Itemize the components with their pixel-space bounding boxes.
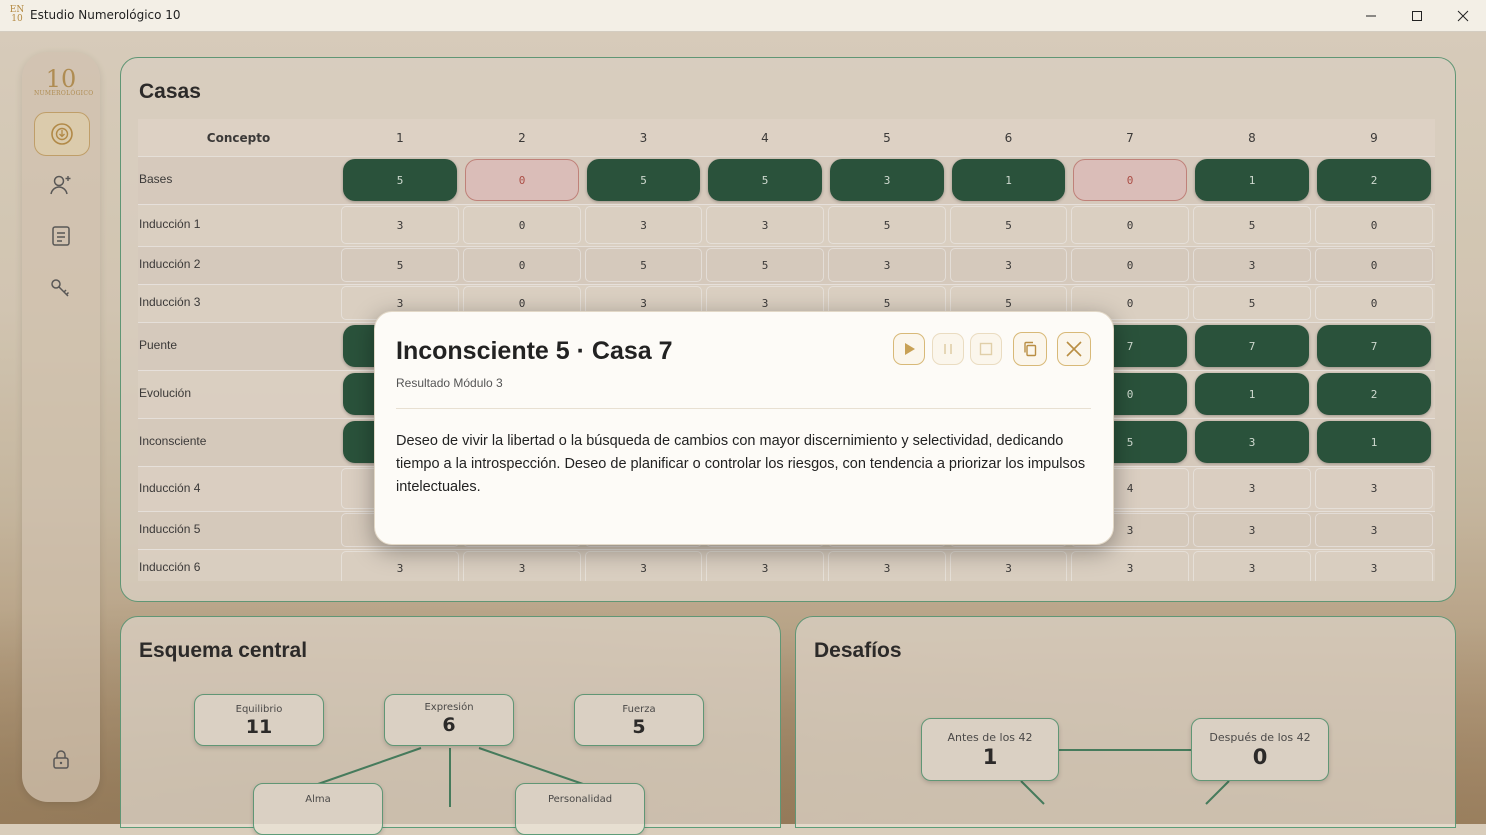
play-icon [905, 343, 915, 355]
copy-icon [1024, 341, 1037, 357]
window-title: Estudio Numerológico 10 [30, 8, 181, 22]
stop-icon [979, 342, 993, 356]
window-titlebar: EN 10 Estudio Numerológico 10 [0, 0, 1486, 32]
close-dialog-button[interactable] [1057, 332, 1091, 366]
minimize-icon [1366, 15, 1376, 16]
maximize-icon [1412, 10, 1422, 21]
dialog-subtitle: Resultado Módulo 3 [396, 376, 503, 390]
play-button[interactable] [893, 333, 925, 365]
maximize-button[interactable] [1394, 0, 1440, 31]
stop-button[interactable] [970, 333, 1002, 365]
dialog-title: Inconsciente 5 · Casa 7 [396, 337, 673, 365]
pause-button[interactable] [932, 333, 964, 365]
copy-button[interactable] [1013, 332, 1047, 366]
dialog-body: Deseo de vivir la libertad o la búsqueda… [396, 433, 1086, 495]
pause-icon [944, 344, 952, 354]
app-logo-icon: EN 10 [9, 5, 25, 24]
close-window-button[interactable] [1440, 0, 1486, 31]
interpretation-dialog: Inconsciente 5 · Casa 7 Resultado Módulo… [374, 311, 1114, 545]
close-icon [1457, 10, 1469, 21]
close-icon [1066, 341, 1082, 357]
dialog-separator [396, 408, 1091, 409]
minimize-button[interactable] [1348, 0, 1394, 31]
